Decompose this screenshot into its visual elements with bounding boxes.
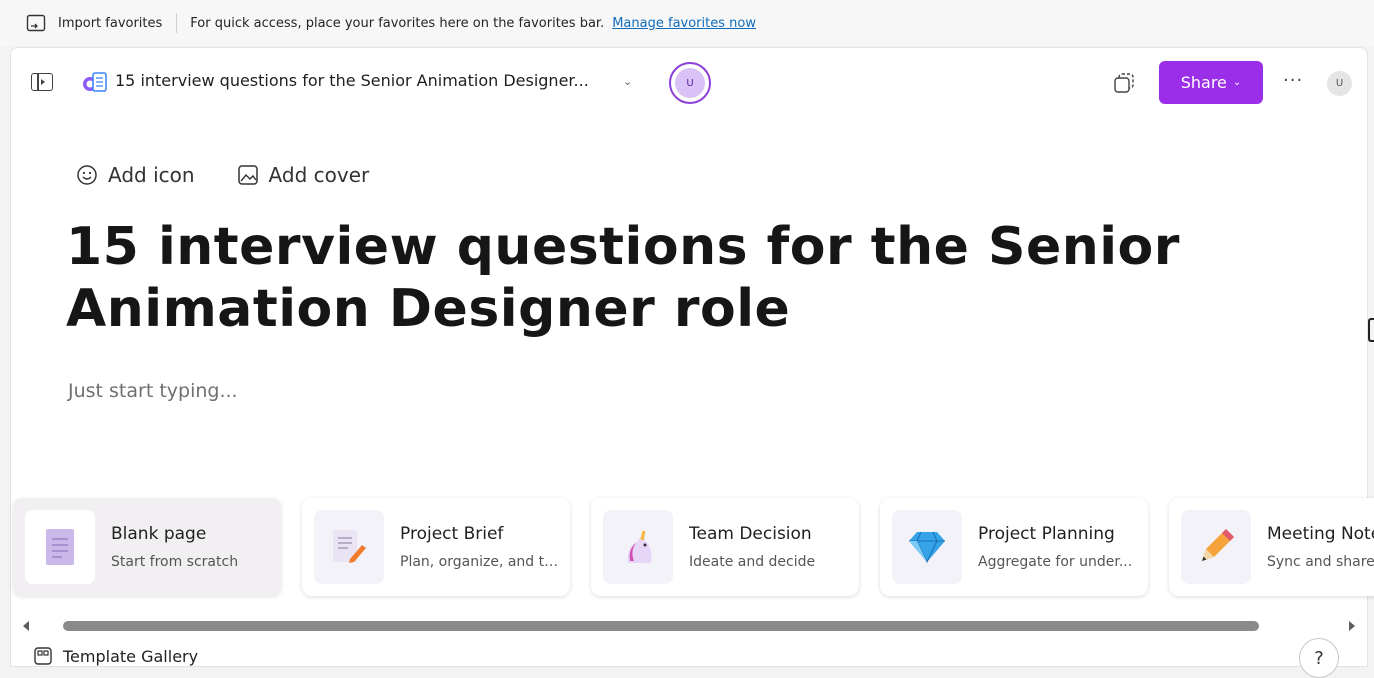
loop-document-icon xyxy=(83,72,107,92)
divider xyxy=(176,13,178,33)
user-avatar[interactable]: U xyxy=(1327,71,1352,96)
template-name: Meeting Notes xyxy=(1267,524,1374,544)
import-favorites-button[interactable]: Import favorites xyxy=(58,16,162,31)
sidebar-toggle-icon[interactable] xyxy=(31,73,53,91)
template-name: Project Planning xyxy=(978,524,1115,544)
share-button[interactable]: Share ⌄ xyxy=(1159,61,1263,104)
image-icon xyxy=(237,165,258,185)
template-card-team-decision[interactable]: Team Decision Ideate and decide xyxy=(591,498,859,596)
template-card-project-planning[interactable]: Project Planning Aggregate for under... xyxy=(880,498,1148,596)
add-cover-label: Add cover xyxy=(268,163,370,187)
gem-icon xyxy=(892,510,962,584)
scroll-left-icon[interactable] xyxy=(23,621,29,631)
template-strip: Blank page Start from scratch Project Br… xyxy=(11,498,1374,598)
template-gallery-label: Template Gallery xyxy=(63,646,199,666)
favorites-bar: Import favorites For quick access, place… xyxy=(0,0,1374,46)
page-decorations: Add icon Add cover xyxy=(76,163,369,187)
template-card-meeting-notes[interactable]: Meeting Notes Sync and share xyxy=(1169,498,1374,596)
manage-favorites-link[interactable]: Manage favorites now xyxy=(612,16,756,31)
document-title[interactable]: 15 interview questions for the Senior An… xyxy=(115,71,589,90)
chevron-down-icon[interactable]: ⌄ xyxy=(623,75,632,88)
template-card-project-brief[interactable]: Project Brief Plan, organize, and tr... xyxy=(302,498,570,596)
copy-component-icon[interactable] xyxy=(1113,72,1135,94)
scrollbar-thumb[interactable] xyxy=(63,621,1259,631)
template-desc: Ideate and decide xyxy=(689,554,816,570)
import-favorites-icon[interactable] xyxy=(26,14,46,32)
template-desc: Start from scratch xyxy=(111,554,239,570)
template-name: Blank page xyxy=(111,524,207,544)
page-title[interactable]: 15 interview questions for the Senior An… xyxy=(66,216,1326,340)
blank-page-icon xyxy=(25,510,95,584)
template-scrollbar[interactable] xyxy=(11,618,1369,634)
share-label: Share xyxy=(1180,73,1227,92)
grid-icon xyxy=(34,647,52,665)
template-desc: Sync and share xyxy=(1267,554,1374,570)
template-name: Project Brief xyxy=(400,524,504,544)
presence-initial: U xyxy=(675,68,705,98)
body-placeholder[interactable]: Just start typing... xyxy=(68,380,238,402)
unicorn-icon xyxy=(603,510,673,584)
template-card-blank-page[interactable]: Blank page Start from scratch xyxy=(13,498,281,596)
template-desc: Plan, organize, and tr... xyxy=(400,554,560,570)
favorites-message: For quick access, place your favorites h… xyxy=(190,15,605,31)
presence-avatar[interactable]: U xyxy=(669,62,711,104)
template-gallery-button[interactable]: Template Gallery xyxy=(33,646,198,666)
cursor-edge-icon xyxy=(1368,318,1374,342)
template-name: Team Decision xyxy=(689,524,812,544)
add-icon-button[interactable]: Add icon xyxy=(76,163,195,187)
smiley-icon xyxy=(77,165,97,185)
document-pencil-icon xyxy=(314,510,384,584)
more-options-button[interactable]: ··· xyxy=(1283,70,1303,91)
chevron-down-icon: ⌄ xyxy=(1232,77,1242,88)
add-cover-button[interactable]: Add cover xyxy=(237,163,370,187)
add-icon-label: Add icon xyxy=(108,163,195,187)
page-header: 15 interview questions for the Senior An… xyxy=(11,48,1369,118)
template-desc: Aggregate for under... xyxy=(978,554,1133,570)
loop-page: 15 interview questions for the Senior An… xyxy=(10,47,1374,678)
help-button[interactable]: ? xyxy=(1299,638,1339,678)
pencil-icon xyxy=(1181,510,1251,584)
scroll-right-icon[interactable] xyxy=(1349,621,1355,631)
